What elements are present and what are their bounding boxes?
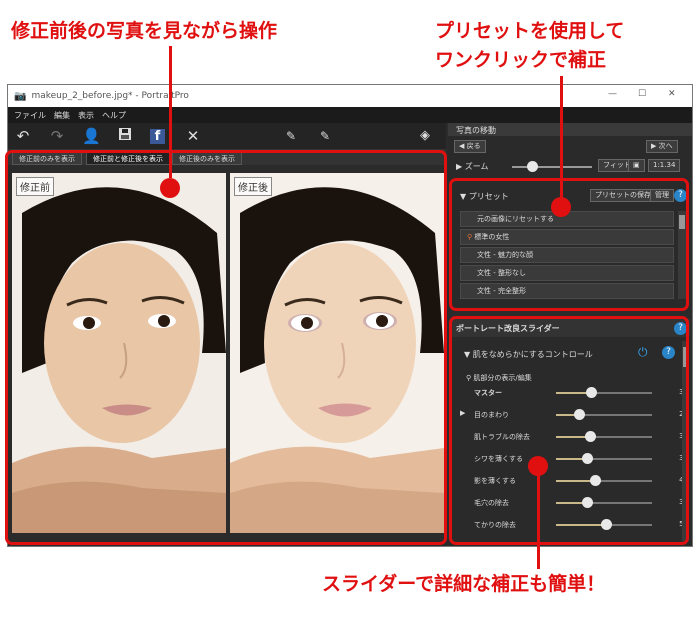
redo-icon[interactable]: ↷	[48, 127, 66, 145]
callout-dot-left	[160, 178, 180, 198]
callout-bottom: スライダーで詳細な補正も簡単！	[322, 573, 606, 595]
back-button[interactable]: ◀ 戻る	[454, 140, 486, 153]
menu-file[interactable]: ファイル	[14, 110, 46, 121]
menu-view[interactable]: 表示	[78, 110, 94, 121]
zoom-label: ▶ ズーム	[456, 162, 489, 171]
title-bar: 📷 makeup_2_before.jpg* - PortraitPro — ☐…	[8, 85, 692, 107]
callout-dot-right	[551, 197, 571, 217]
highlight-sliders	[449, 316, 689, 545]
nav-panel-title: 写真の移動	[456, 126, 496, 135]
facebook-icon[interactable]: f	[150, 129, 165, 144]
undo-icon[interactable]: ↶	[14, 127, 32, 145]
callout-line-bottom	[537, 475, 540, 569]
close-image-icon[interactable]: ✕	[184, 127, 202, 145]
callout-line-right	[560, 76, 563, 198]
fullscreen-button[interactable]: ▣	[628, 159, 645, 172]
back-label: 戻る	[466, 142, 481, 150]
layers-icon[interactable]: ◈	[416, 127, 434, 145]
window-title: makeup_2_before.jpg* - PortraitPro	[31, 91, 189, 101]
toolbar: ↶ ↷ 👤 f ✕ ✎ ✎ ◈	[8, 123, 446, 149]
close-button[interactable]: ✕	[668, 89, 676, 99]
maximize-button[interactable]: ☐	[638, 89, 646, 99]
highlight-presets	[449, 178, 689, 311]
callout-right-line1: プリセットを使用して	[435, 20, 625, 42]
brush-remove-icon[interactable]: ✎	[316, 127, 334, 145]
callout-left: 修正前後の写真を見ながら操作	[11, 20, 278, 42]
callout-line-left	[169, 46, 172, 178]
save-icon[interactable]	[116, 127, 134, 145]
zoom-slider-knob[interactable]	[527, 161, 538, 172]
nav-panel: 写真の移動 ◀ 戻る ▶ 次へ ▶ ズーム フィット ▣ 1:1.34	[448, 123, 692, 179]
menu-edit[interactable]: 編集	[54, 110, 70, 121]
minimize-button[interactable]: —	[608, 89, 617, 99]
app-icon: 📷	[14, 90, 27, 102]
callout-dot-bottom	[528, 456, 548, 476]
menu-bar: ファイル 編集 表示 ヘルプ	[8, 107, 692, 123]
next-button[interactable]: ▶ 次へ	[646, 140, 678, 153]
callout-right-line2: ワンクリックで補正	[435, 49, 607, 71]
highlight-photos	[5, 150, 447, 545]
zoom-slider[interactable]	[512, 161, 592, 172]
brush-add-icon[interactable]: ✎	[282, 127, 300, 145]
menu-help[interactable]: ヘルプ	[102, 110, 126, 121]
next-label: 次へ	[658, 142, 673, 150]
add-person-icon[interactable]: 👤	[82, 127, 101, 145]
zoom-ratio[interactable]: 1:1.34	[648, 159, 681, 172]
